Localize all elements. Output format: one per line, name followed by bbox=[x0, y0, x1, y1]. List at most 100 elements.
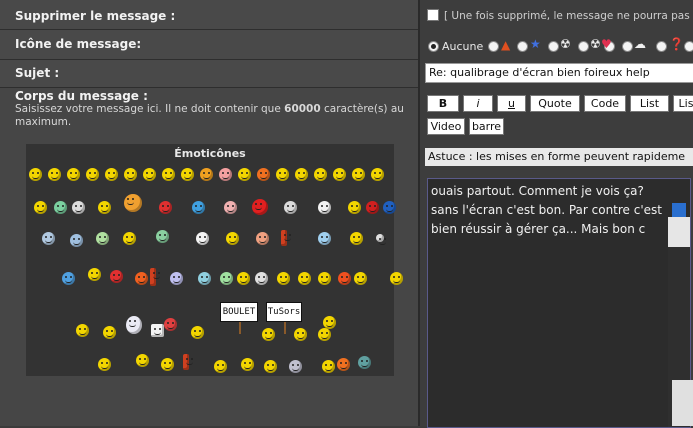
emoticon[interactable] bbox=[136, 354, 149, 367]
emoticon[interactable] bbox=[276, 168, 289, 181]
emoticon[interactable] bbox=[170, 272, 183, 285]
emoticon[interactable] bbox=[161, 358, 174, 371]
emoticon[interactable] bbox=[238, 168, 251, 181]
emoticon[interactable] bbox=[76, 324, 89, 337]
emoticon[interactable] bbox=[156, 230, 169, 243]
emoticon[interactable] bbox=[241, 358, 254, 371]
emoticon[interactable] bbox=[72, 201, 85, 214]
list-ordered-button[interactable]: Lis bbox=[673, 95, 693, 112]
emoticon[interactable] bbox=[237, 272, 250, 285]
emoticon[interactable] bbox=[338, 272, 351, 285]
emoticon[interactable] bbox=[281, 230, 291, 246]
emoticon[interactable] bbox=[181, 168, 194, 181]
boulet-sign[interactable]: BOULET bbox=[220, 302, 258, 334]
emoticon[interactable] bbox=[98, 201, 111, 214]
message-textarea[interactable]: ouais partout. Comment je vois ça? sans … bbox=[427, 178, 691, 428]
emoticon[interactable] bbox=[295, 168, 308, 181]
emoticon[interactable] bbox=[390, 272, 403, 285]
icon-radio[interactable] bbox=[684, 41, 693, 52]
emoticon[interactable] bbox=[143, 168, 156, 181]
emoticon[interactable] bbox=[289, 360, 302, 373]
emoticon[interactable] bbox=[86, 168, 99, 181]
icon-radio[interactable] bbox=[578, 41, 589, 52]
emoticon[interactable] bbox=[198, 272, 211, 285]
emoticon[interactable] bbox=[358, 356, 371, 369]
emoticon[interactable] bbox=[62, 272, 75, 285]
tusors-sign[interactable]: TuSors bbox=[266, 302, 302, 334]
emoticon[interactable] bbox=[256, 232, 269, 245]
emoticon[interactable] bbox=[226, 232, 239, 245]
emoticon[interactable] bbox=[48, 168, 61, 181]
emoticon[interactable] bbox=[162, 168, 175, 181]
emoticon[interactable] bbox=[366, 201, 379, 214]
emoticon[interactable] bbox=[34, 201, 47, 214]
emoticon[interactable] bbox=[318, 201, 331, 214]
emoticon[interactable] bbox=[318, 232, 331, 245]
emoticon[interactable] bbox=[224, 201, 237, 214]
emoticon[interactable] bbox=[220, 272, 233, 285]
emoticon[interactable] bbox=[257, 168, 270, 181]
emoticon[interactable] bbox=[105, 168, 118, 181]
emoticon[interactable] bbox=[124, 168, 137, 181]
emoticon[interactable] bbox=[323, 316, 336, 329]
emoticon[interactable] bbox=[42, 232, 55, 245]
barre-button[interactable]: barre bbox=[469, 118, 504, 135]
code-button[interactable]: Code bbox=[584, 95, 626, 112]
emoticon[interactable] bbox=[191, 326, 204, 339]
emoticon[interactable] bbox=[159, 201, 172, 214]
emoticon[interactable] bbox=[192, 201, 205, 214]
emoticon[interactable] bbox=[196, 232, 209, 245]
emoticon[interactable] bbox=[103, 326, 116, 339]
emoticon[interactable] bbox=[352, 168, 365, 181]
emoticon[interactable] bbox=[383, 201, 396, 214]
emoticon[interactable] bbox=[371, 168, 384, 181]
emoticon[interactable] bbox=[294, 328, 307, 341]
emoticon[interactable] bbox=[255, 272, 268, 285]
emoticon[interactable] bbox=[183, 354, 193, 370]
emoticon[interactable] bbox=[298, 272, 311, 285]
italic-button[interactable]: i bbox=[463, 95, 493, 112]
emoticon[interactable] bbox=[123, 232, 136, 245]
emoticon[interactable] bbox=[322, 360, 335, 373]
icon-radio[interactable] bbox=[517, 41, 528, 52]
emoticon[interactable] bbox=[348, 201, 361, 214]
emoticon[interactable] bbox=[88, 268, 101, 281]
underline-button[interactable]: u bbox=[497, 95, 526, 112]
emoticon[interactable] bbox=[264, 360, 277, 373]
emoticon[interactable] bbox=[200, 168, 213, 181]
icon-radio[interactable] bbox=[622, 41, 633, 52]
emoticon[interactable] bbox=[354, 272, 367, 285]
emoticon[interactable] bbox=[54, 201, 67, 214]
emoticon[interactable] bbox=[135, 272, 148, 285]
emoticon[interactable] bbox=[262, 328, 275, 341]
emoticon[interactable] bbox=[124, 194, 142, 212]
icon-radio[interactable] bbox=[488, 41, 499, 52]
emoticon[interactable] bbox=[376, 234, 386, 245]
emoticon[interactable] bbox=[337, 358, 350, 371]
emoticon[interactable] bbox=[350, 232, 363, 245]
emoticon[interactable] bbox=[318, 328, 331, 341]
emoticon[interactable] bbox=[219, 168, 232, 181]
emoticon[interactable] bbox=[284, 201, 297, 214]
quote-button[interactable]: Quote bbox=[530, 95, 580, 112]
emoticon[interactable] bbox=[110, 270, 123, 283]
delete-checkbox[interactable] bbox=[427, 9, 439, 21]
icon-radio[interactable] bbox=[548, 41, 559, 52]
subject-input[interactable]: Re: qualibrage d'écran bien foireux help bbox=[425, 63, 693, 83]
emoticon[interactable] bbox=[126, 316, 142, 334]
video-button[interactable]: Video bbox=[427, 118, 465, 135]
emoticon[interactable] bbox=[151, 324, 164, 337]
emoticon[interactable] bbox=[214, 360, 227, 373]
resize-handle[interactable] bbox=[672, 380, 693, 426]
icon-radio[interactable] bbox=[656, 41, 667, 52]
emoticon[interactable] bbox=[67, 168, 80, 181]
icon-radio-none[interactable] bbox=[428, 41, 439, 52]
emoticon[interactable] bbox=[96, 232, 109, 245]
emoticon[interactable] bbox=[29, 168, 42, 181]
emoticon[interactable] bbox=[150, 268, 160, 286]
emoticon[interactable] bbox=[314, 168, 327, 181]
emoticon[interactable] bbox=[277, 272, 290, 285]
emoticon[interactable] bbox=[98, 358, 111, 371]
scroll-track-highlight[interactable] bbox=[668, 217, 690, 247]
emoticon[interactable] bbox=[164, 318, 177, 331]
